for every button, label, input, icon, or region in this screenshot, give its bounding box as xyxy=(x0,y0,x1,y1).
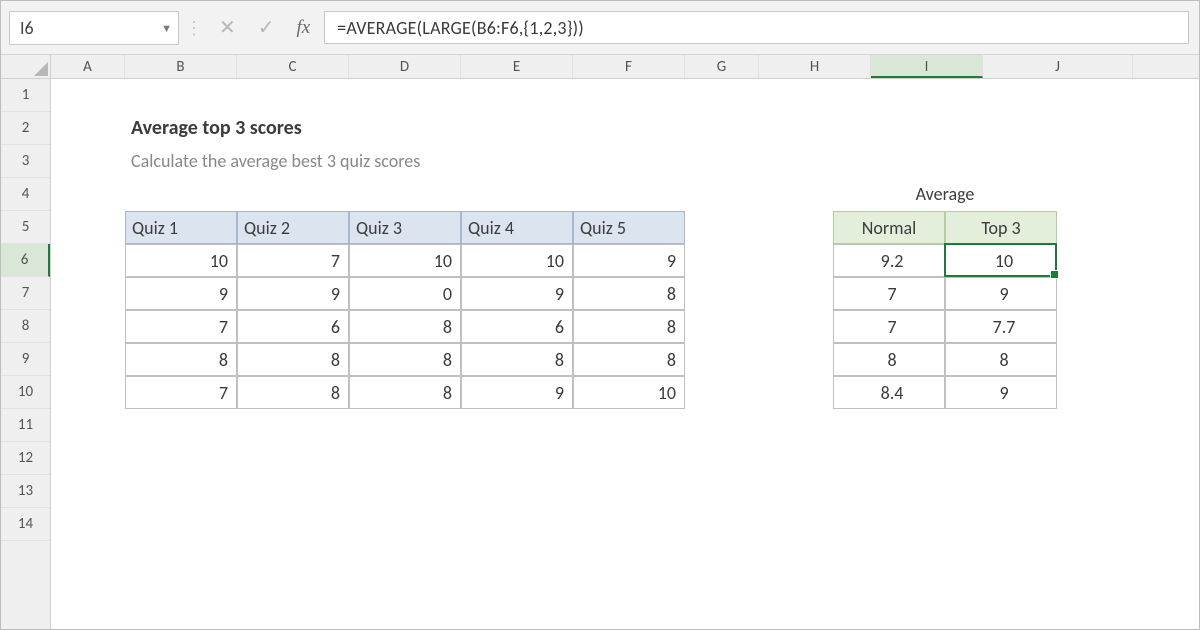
cells-area[interactable]: Average top 3 scores Calculate the avera… xyxy=(51,79,1199,629)
col-header-A[interactable]: A xyxy=(51,55,125,78)
cell-C7[interactable]: 9 xyxy=(237,277,349,310)
header-quiz2[interactable]: Quiz 2 xyxy=(237,211,349,244)
spreadsheet-grid[interactable]: A B C D E F G H I J 1 2 3 4 5 6 7 8 9 10… xyxy=(1,55,1199,629)
cell-H10[interactable]: 8.4 xyxy=(833,376,945,409)
cell-E8[interactable]: 6 xyxy=(461,310,573,343)
cell-C6[interactable]: 7 xyxy=(237,244,349,277)
cell-F9[interactable]: 8 xyxy=(573,343,685,376)
cell-average-label[interactable]: Average xyxy=(833,178,1057,211)
col-header-G[interactable]: G xyxy=(685,55,759,78)
header-quiz4[interactable]: Quiz 4 xyxy=(461,211,573,244)
cell-C10[interactable]: 8 xyxy=(237,376,349,409)
row-header-5[interactable]: 5 xyxy=(1,211,50,244)
header-quiz3[interactable]: Quiz 3 xyxy=(349,211,461,244)
select-all-corner[interactable] xyxy=(1,55,51,78)
cell-D7[interactable]: 0 xyxy=(349,277,461,310)
cell-B6[interactable]: 10 xyxy=(125,244,237,277)
formula-text: =AVERAGE(LARGE(B6:F6,{1,2,3})) xyxy=(337,17,584,39)
row-header-8[interactable]: 8 xyxy=(1,310,50,343)
cell-B10[interactable]: 7 xyxy=(125,376,237,409)
cell-I7[interactable]: 9 xyxy=(945,277,1057,310)
row-header-12[interactable]: 12 xyxy=(1,442,50,475)
cell-E10[interactable]: 9 xyxy=(461,376,573,409)
cell-F7[interactable]: 8 xyxy=(573,277,685,310)
cell-C9[interactable]: 8 xyxy=(237,343,349,376)
cell-I10[interactable]: 9 xyxy=(945,376,1057,409)
cell-B8[interactable]: 7 xyxy=(125,310,237,343)
row-header-3[interactable]: 3 xyxy=(1,145,50,178)
header-top3[interactable]: Top 3 xyxy=(945,211,1057,244)
cell-F8[interactable]: 8 xyxy=(573,310,685,343)
row-header-13[interactable]: 13 xyxy=(1,475,50,508)
col-header-C[interactable]: C xyxy=(237,55,349,78)
cell-E7[interactable]: 9 xyxy=(461,277,573,310)
row-header-14[interactable]: 14 xyxy=(1,508,50,541)
col-header-F[interactable]: F xyxy=(573,55,685,78)
formula-bar-buttons: ✕ ✓ fx xyxy=(209,1,320,54)
row-headers: 1 2 3 4 5 6 7 8 9 10 11 12 13 14 xyxy=(1,79,51,629)
dropdown-icon[interactable]: ▼ xyxy=(161,22,172,35)
cell-B9[interactable]: 8 xyxy=(125,343,237,376)
col-header-E[interactable]: E xyxy=(461,55,573,78)
row-header-6[interactable]: 6 xyxy=(1,244,50,277)
cell-C8[interactable]: 6 xyxy=(237,310,349,343)
excel-window: I6 ▼ ⋮ ✕ ✓ fx =AVERAGE(LARGE(B6:F6,{1,2,… xyxy=(0,0,1200,630)
row-header-7[interactable]: 7 xyxy=(1,277,50,310)
cell-H8[interactable]: 7 xyxy=(833,310,945,343)
col-header-I[interactable]: I xyxy=(871,55,983,78)
cell-D10[interactable]: 8 xyxy=(349,376,461,409)
row-header-9[interactable]: 9 xyxy=(1,343,50,376)
cell-F6[interactable]: 9 xyxy=(573,244,685,277)
cell-subtitle[interactable]: Calculate the average best 3 quiz scores xyxy=(125,145,426,178)
row-header-11[interactable]: 11 xyxy=(1,409,50,442)
col-header-D[interactable]: D xyxy=(349,55,461,78)
divider: ⋮ xyxy=(179,1,209,54)
cell-I6[interactable]: 10 xyxy=(945,244,1057,277)
col-header-J[interactable]: J xyxy=(983,55,1133,78)
row-header-1[interactable]: 1 xyxy=(1,79,50,112)
cell-I8[interactable]: 7.7 xyxy=(945,310,1057,343)
formula-input[interactable]: =AVERAGE(LARGE(B6:F6,{1,2,3})) xyxy=(324,11,1189,44)
name-box[interactable]: I6 ▼ xyxy=(9,11,179,45)
col-header-H[interactable]: H xyxy=(759,55,871,78)
cell-title[interactable]: Average top 3 scores xyxy=(125,112,308,145)
name-box-value: I6 xyxy=(20,17,34,39)
col-header-B[interactable]: B xyxy=(125,55,237,78)
cell-H7[interactable]: 7 xyxy=(833,277,945,310)
cell-E6[interactable]: 10 xyxy=(461,244,573,277)
cell-D6[interactable]: 10 xyxy=(349,244,461,277)
cancel-icon[interactable]: ✕ xyxy=(219,15,236,40)
column-headers: A B C D E F G H I J xyxy=(1,55,1199,79)
header-quiz5[interactable]: Quiz 5 xyxy=(573,211,685,244)
cell-D9[interactable]: 8 xyxy=(349,343,461,376)
row-header-2[interactable]: 2 xyxy=(1,112,50,145)
cell-H6[interactable]: 9.2 xyxy=(833,244,945,277)
cell-B7[interactable]: 9 xyxy=(125,277,237,310)
cell-H9[interactable]: 8 xyxy=(833,343,945,376)
header-quiz1[interactable]: Quiz 1 xyxy=(125,211,237,244)
cell-I9[interactable]: 8 xyxy=(945,343,1057,376)
cell-F10[interactable]: 10 xyxy=(573,376,685,409)
formula-bar: I6 ▼ ⋮ ✕ ✓ fx =AVERAGE(LARGE(B6:F6,{1,2,… xyxy=(1,1,1199,55)
row-header-10[interactable]: 10 xyxy=(1,376,50,409)
row-header-4[interactable]: 4 xyxy=(1,178,50,211)
header-normal[interactable]: Normal xyxy=(833,211,945,244)
enter-icon[interactable]: ✓ xyxy=(258,15,275,40)
cell-D8[interactable]: 8 xyxy=(349,310,461,343)
fx-icon[interactable]: fx xyxy=(297,17,311,39)
cell-E9[interactable]: 8 xyxy=(461,343,573,376)
